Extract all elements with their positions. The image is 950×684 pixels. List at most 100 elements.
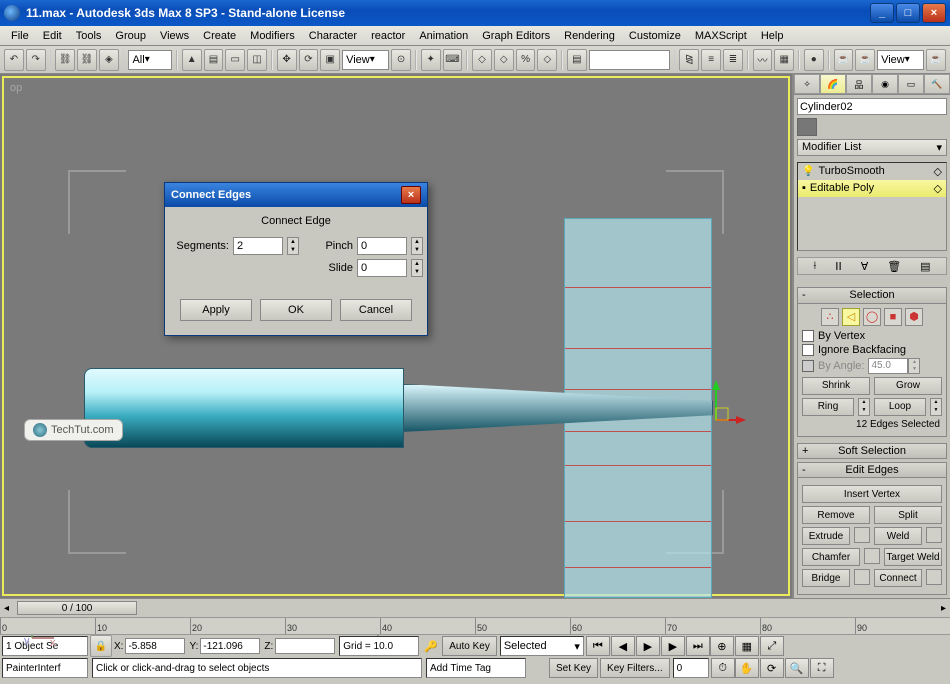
extrude-button[interactable]: Extrude xyxy=(802,527,850,545)
configure-button[interactable]: ▤ xyxy=(920,260,930,273)
subobj-edge[interactable]: ◁ xyxy=(842,308,860,326)
key-mode-dropdown[interactable]: Selected▾ xyxy=(500,636,584,656)
angle-snap-toggle[interactable]: ◇ xyxy=(494,49,514,71)
segments-input[interactable] xyxy=(233,237,283,255)
object-color-swatch[interactable] xyxy=(797,118,817,136)
render-scene-button[interactable]: ☕ xyxy=(834,49,854,71)
subobj-polygon[interactable]: ■ xyxy=(884,308,902,326)
sel-filter-dropdown[interactable]: All ▾ xyxy=(128,50,172,70)
menu-file[interactable]: File xyxy=(4,28,36,44)
soft-selection-rollout-header[interactable]: +Soft Selection xyxy=(797,443,947,459)
edit-edges-rollout-header[interactable]: -Edit Edges xyxy=(797,462,947,478)
menu-views[interactable]: Views xyxy=(153,28,196,44)
dialog-close-button[interactable]: × xyxy=(401,186,421,204)
weld-settings-button[interactable] xyxy=(926,527,942,543)
nav-zoom-button[interactable]: 🔍 xyxy=(785,658,809,678)
nav-maximize-button[interactable]: ⛶ xyxy=(810,658,834,678)
unlink-button[interactable]: ⛓ xyxy=(77,49,97,71)
schematic-button[interactable]: ▦ xyxy=(774,49,794,71)
view-render-dropdown[interactable]: View ▾ xyxy=(877,50,924,70)
ring-button[interactable]: Ring xyxy=(802,398,854,416)
show-end-result-button[interactable]: ⅠⅠ xyxy=(835,260,842,273)
segments-spinner[interactable]: ▲▼ xyxy=(287,237,299,255)
named-sel-dropdown[interactable] xyxy=(589,50,670,70)
menu-create[interactable]: Create xyxy=(196,28,243,44)
menu-reactor[interactable]: reactor xyxy=(364,28,412,44)
snap-toggle[interactable]: ◇ xyxy=(472,49,492,71)
goto-start-button[interactable]: ⏮ xyxy=(586,636,610,656)
auto-key-button[interactable]: Auto Key xyxy=(442,636,497,656)
next-frame-button[interactable]: ▶ xyxy=(661,636,685,656)
redo-button[interactable]: ↷ xyxy=(26,49,46,71)
pinch-spinner[interactable]: ▲▼ xyxy=(411,237,423,255)
window-crossing-button[interactable]: ◫ xyxy=(247,49,267,71)
menu-modifiers[interactable]: Modifiers xyxy=(243,28,302,44)
cancel-button[interactable]: Cancel xyxy=(340,299,412,321)
weld-button[interactable]: Weld xyxy=(874,527,922,545)
set-key-button[interactable]: Set Key xyxy=(549,658,598,678)
remove-modifier-button[interactable]: 🗑 xyxy=(887,260,901,273)
loop-button[interactable]: Loop xyxy=(874,398,926,416)
keyboard-button[interactable]: ⌨ xyxy=(443,49,463,71)
manipulate-button[interactable]: ✦ xyxy=(421,49,441,71)
select-button[interactable]: ▲ xyxy=(182,49,202,71)
ring-spinner[interactable]: ▲▼ xyxy=(858,398,870,416)
slide-input[interactable] xyxy=(357,259,407,277)
layers-button[interactable]: ≣ xyxy=(723,49,743,71)
menu-rendering[interactable]: Rendering xyxy=(557,28,622,44)
scale-button[interactable]: ▣ xyxy=(320,49,340,71)
mirror-button[interactable]: ⧎ xyxy=(679,49,699,71)
rotate-button[interactable]: ⟳ xyxy=(299,49,319,71)
lock-selection-button[interactable]: 🔒 xyxy=(90,635,112,657)
insert-vertex-button[interactable]: Insert Vertex xyxy=(802,485,942,503)
dialog-titlebar[interactable]: Connect Edges × xyxy=(165,183,427,207)
minimize-button[interactable]: _ xyxy=(870,3,894,23)
connect-settings-button[interactable] xyxy=(926,569,942,585)
select-region-button[interactable]: ▭ xyxy=(225,49,245,71)
modifier-stack[interactable]: 💡 TurboSmooth ◇ ▪ Editable Poly ◇ xyxy=(797,162,947,251)
bridge-button[interactable]: Bridge xyxy=(802,569,850,587)
current-frame-input[interactable]: 0 xyxy=(673,658,709,678)
pinch-input[interactable] xyxy=(357,237,407,255)
align-button[interactable]: ≡ xyxy=(701,49,721,71)
apply-button[interactable]: Apply xyxy=(180,299,252,321)
extrude-settings-button[interactable] xyxy=(854,527,870,543)
modifier-turbosmooth[interactable]: 💡 TurboSmooth ◇ xyxy=(798,163,946,180)
menu-edit[interactable]: Edit xyxy=(36,28,69,44)
key-icon[interactable]: 🔑 xyxy=(421,640,441,653)
chamfer-settings-button[interactable] xyxy=(864,548,880,564)
menu-customize[interactable]: Customize xyxy=(622,28,688,44)
target-weld-button[interactable]: Target Weld xyxy=(884,548,942,566)
spinner-snap-toggle[interactable]: ◇ xyxy=(537,49,557,71)
grow-button[interactable]: Grow xyxy=(874,377,942,395)
goto-end-button[interactable]: ⏭ xyxy=(686,636,710,656)
lightbulb-icon[interactable]: 💡 xyxy=(802,166,814,177)
bridge-settings-button[interactable] xyxy=(854,569,870,585)
menu-animation[interactable]: Animation xyxy=(412,28,475,44)
remove-button[interactable]: Remove xyxy=(802,506,870,524)
menu-help[interactable]: Help xyxy=(754,28,791,44)
time-slider-thumb[interactable]: 0 / 100 xyxy=(17,601,137,615)
tab-hierarchy[interactable]: 品 xyxy=(846,74,872,94)
material-editor-button[interactable]: ● xyxy=(804,49,824,71)
make-unique-button[interactable]: ∀ xyxy=(861,260,869,273)
nav-icon-2[interactable]: ▦ xyxy=(735,636,759,656)
percent-snap-toggle[interactable]: % xyxy=(516,49,536,71)
menu-group[interactable]: Group xyxy=(108,28,153,44)
key-filters-button[interactable]: Key Filters... xyxy=(600,658,670,678)
add-time-tag[interactable]: Add Time Tag xyxy=(426,658,526,678)
connect-button[interactable]: Connect xyxy=(874,569,922,587)
curve-editor-button[interactable]: 〰 xyxy=(753,49,773,71)
subobj-border[interactable]: ◯ xyxy=(863,308,881,326)
tab-create[interactable]: ✧ xyxy=(794,74,820,94)
split-button[interactable]: Split xyxy=(874,506,942,524)
named-sel-button[interactable]: ▤ xyxy=(567,49,587,71)
play-button[interactable]: ▶ xyxy=(636,636,660,656)
chamfer-button[interactable]: Chamfer xyxy=(802,548,860,566)
nav-icon-3[interactable]: ⤢ xyxy=(760,636,784,656)
modifier-list-dropdown[interactable]: Modifier List▾ xyxy=(797,139,947,156)
subobj-element[interactable]: ⬢ xyxy=(905,308,923,326)
tab-modify[interactable]: 🌈 xyxy=(820,74,846,94)
coord-z-input[interactable] xyxy=(275,638,335,654)
menu-maxscript[interactable]: MAXScript xyxy=(688,28,754,44)
